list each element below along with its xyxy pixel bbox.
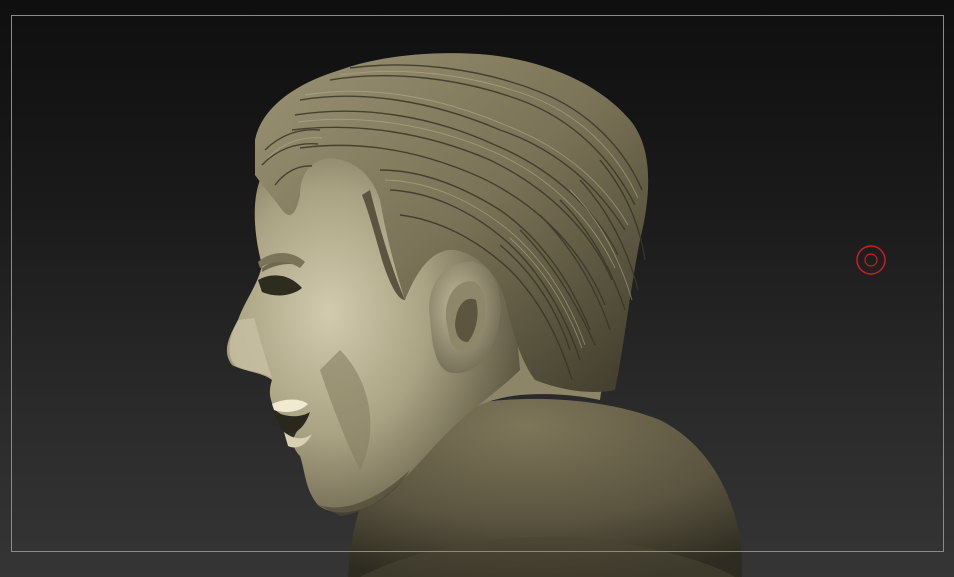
sculpt-viewport[interactable] [0,0,954,577]
sculpt-model[interactable] [0,0,954,577]
